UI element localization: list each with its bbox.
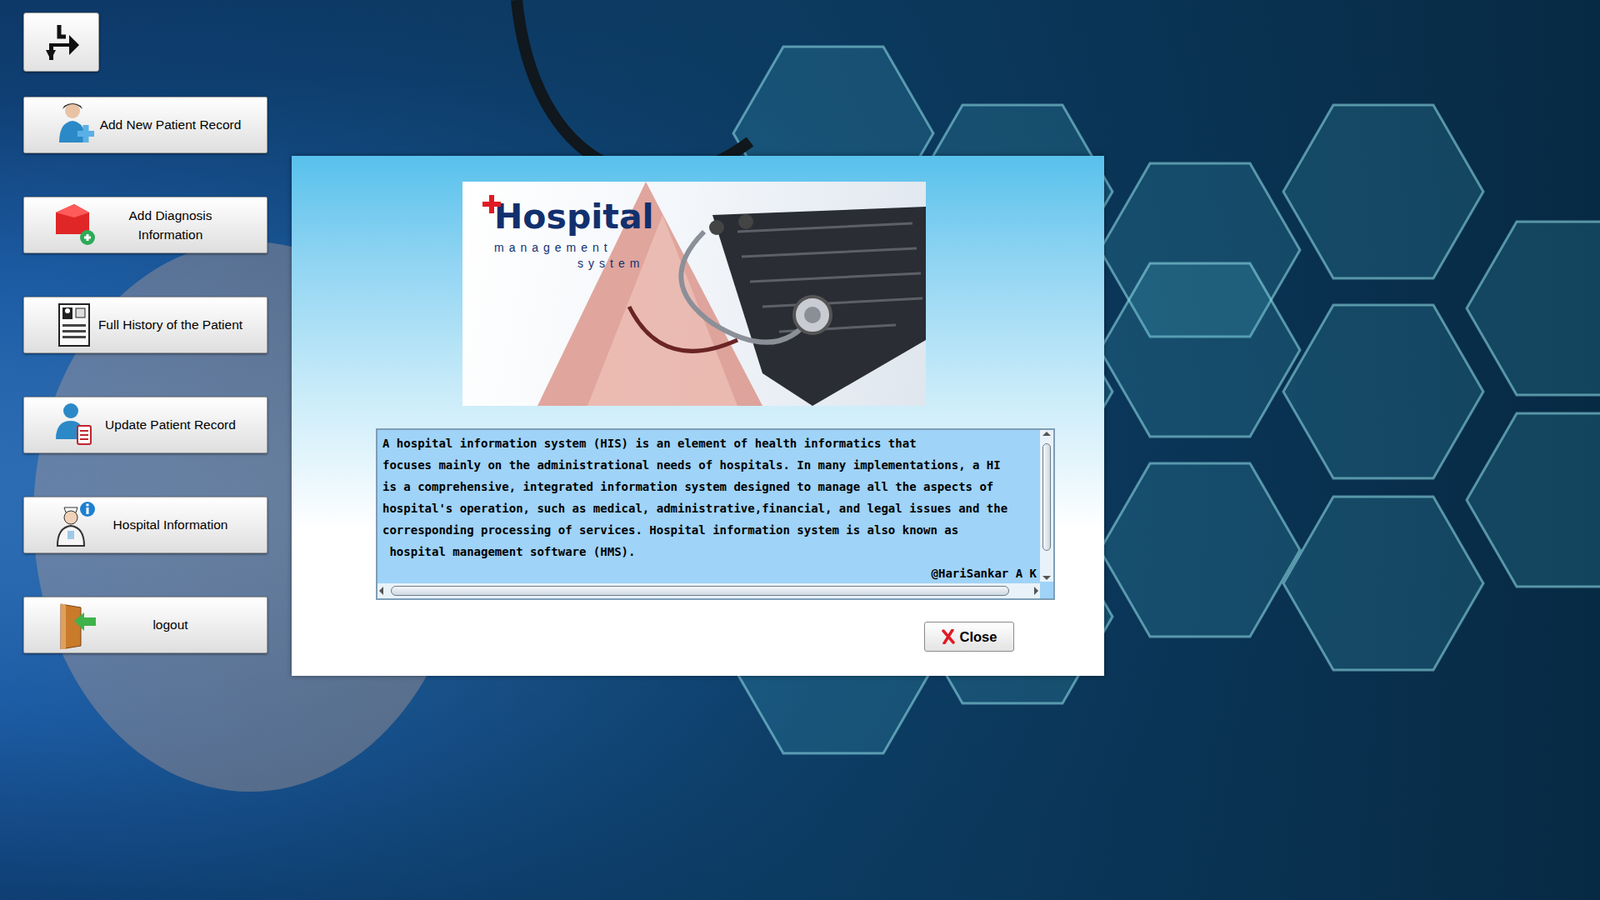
dialog-buttons: Close bbox=[291, 621, 1015, 652]
scroll-left-icon[interactable] bbox=[379, 586, 384, 595]
sidebar-item[interactable]: Hospital Information bbox=[23, 496, 268, 554]
scroll-down-icon[interactable] bbox=[1042, 575, 1051, 580]
hospital-info-dialog: Hospital managementsystem A hospital infor… bbox=[291, 155, 1105, 676]
sidebar-item-label: Add Diagnosis Information bbox=[97, 205, 260, 245]
scroll-right-icon[interactable] bbox=[1034, 586, 1039, 595]
sidebar-item-label: Hospital Information bbox=[97, 515, 260, 535]
sidebar-item[interactable]: logout bbox=[23, 596, 268, 654]
text-line: hospital's operation, such as medical, a… bbox=[382, 497, 1037, 520]
sidebar-item-label: Add New Patient Record bbox=[97, 115, 260, 135]
vertical-scrollbar[interactable] bbox=[1040, 430, 1054, 582]
sidebar-item-label: logout bbox=[97, 615, 260, 635]
horizontal-scrollbar[interactable] bbox=[377, 583, 1040, 599]
scroll-thumb[interactable] bbox=[1042, 443, 1051, 551]
turn-arrow-icon bbox=[40, 21, 83, 64]
sidebar-item[interactable]: Add Diagnosis Information bbox=[23, 196, 268, 254]
logo-tagline: system bbox=[577, 256, 926, 271]
sidebar-item-label: Full History of the Patient bbox=[97, 315, 260, 335]
sidebar: Add New Patient Record Add Diagnosis Info… bbox=[0, 0, 284, 654]
sidebar-item[interactable]: Full History of the Patient bbox=[23, 296, 268, 354]
text-line: focuses mainly on the administrational n… bbox=[382, 454, 1037, 476]
sidebar-item-label: Update Patient Record bbox=[97, 415, 260, 435]
diagnosis-box-icon bbox=[52, 200, 98, 250]
update-patient-icon bbox=[52, 400, 98, 450]
text-line: is a comprehensive, integrated informati… bbox=[382, 475, 1037, 498]
logout-door-icon bbox=[52, 600, 98, 650]
author-signature: @HariSankar A K bbox=[382, 562, 1037, 584]
text-line: corresponding processing of services. Ho… bbox=[382, 519, 1037, 541]
red-x-icon bbox=[941, 629, 955, 645]
scroll-up-icon[interactable] bbox=[1042, 431, 1051, 436]
info-text-area[interactable]: A hospital information system (HIS) is a… bbox=[375, 428, 1055, 600]
patient-history-icon bbox=[52, 300, 98, 350]
text-line: A hospital information system (HIS) is a… bbox=[382, 432, 1037, 455]
hospital-banner: Hospital managementsystem bbox=[462, 181, 926, 406]
add-patient-icon bbox=[52, 100, 98, 150]
hospital-logo: Hospital managementsystem bbox=[462, 181, 926, 271]
text-line: hospital management software (HMS). bbox=[382, 540, 1037, 563]
info-text: A hospital information system (HIS) is a… bbox=[377, 430, 1054, 584]
sidebar-menu: Add New Patient Record Add Diagnosis Info… bbox=[23, 96, 284, 654]
close-label: Close bbox=[960, 626, 998, 648]
logo-text: Hospital bbox=[494, 196, 655, 237]
logo-tagline: management bbox=[494, 240, 926, 255]
logo-title: Hospital bbox=[487, 198, 926, 236]
close-button[interactable]: Close bbox=[924, 621, 1015, 652]
scroll-thumb[interactable] bbox=[390, 585, 1010, 596]
nurse-info-icon bbox=[52, 500, 98, 550]
sidebar-item[interactable]: Update Patient Record bbox=[23, 396, 268, 454]
switch-button[interactable] bbox=[23, 12, 100, 72]
sidebar-item[interactable]: Add New Patient Record bbox=[23, 96, 268, 154]
red-cross-icon bbox=[482, 195, 501, 214]
